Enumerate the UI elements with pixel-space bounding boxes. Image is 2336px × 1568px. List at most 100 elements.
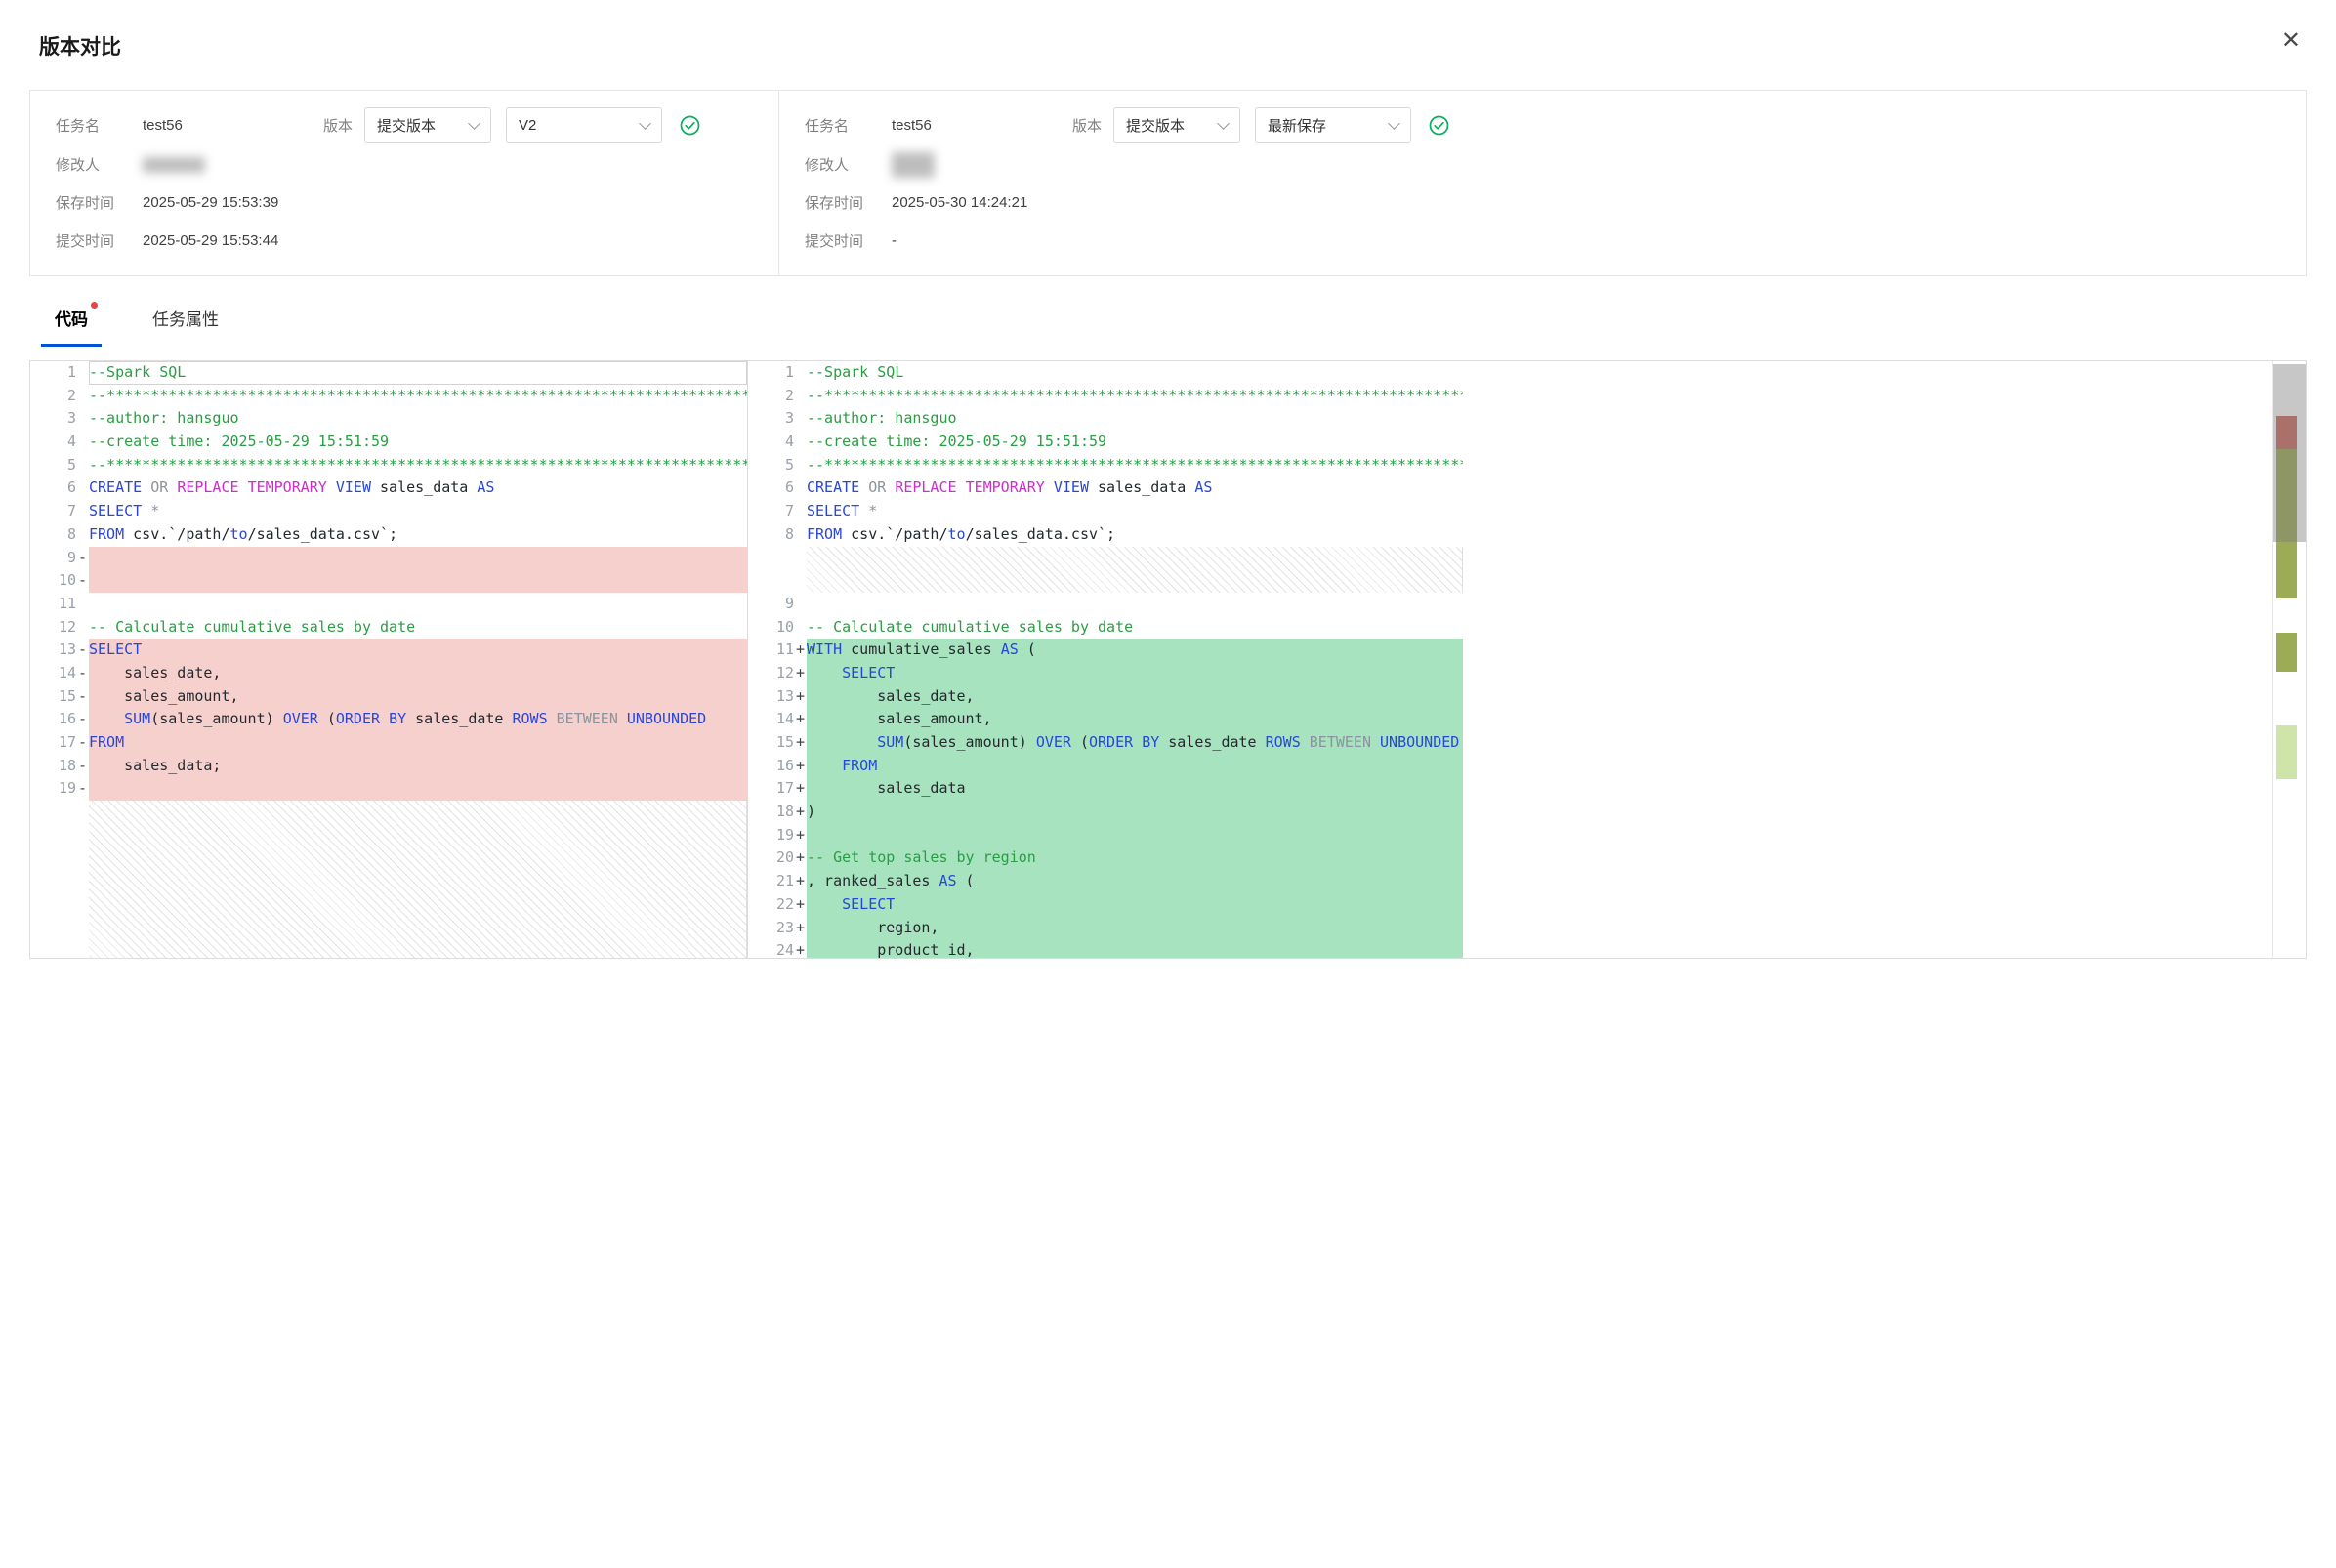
diff-container: 1--Spark SQL2--*************************… — [29, 360, 2307, 959]
line-number: 13+ — [748, 685, 807, 709]
version-type-select[interactable]: 提交版本 — [364, 107, 491, 143]
line-number: 16- — [30, 708, 89, 731]
code-line: 12+ SELECT — [748, 662, 1463, 685]
code-line: 21+, ranked_sales AS ( — [748, 870, 1463, 893]
info-row: 保存时间 2025-05-29 15:53:39 — [56, 187, 753, 218]
version-panel-left: 任务名 test56 版本 提交版本 V2 修改人 保存时间 2025-05-2… — [30, 91, 778, 275]
close-button[interactable]: ✕ — [2281, 29, 2301, 53]
submit-time-label: 提交时间 — [56, 230, 143, 251]
chevron-down-icon — [1217, 117, 1230, 130]
modifier-label: 修改人 — [56, 154, 143, 175]
code-line: 2--*************************************… — [748, 385, 1463, 408]
line-number: 12 — [30, 616, 89, 640]
code-line: 7SELECT * — [748, 500, 1463, 523]
ruler-mark-added — [2276, 633, 2297, 672]
info-row: 保存时间 2025-05-30 14:24:21 — [805, 187, 2280, 218]
line-number: 23+ — [748, 917, 807, 940]
code-line: 16- SUM(sales_amount) OVER (ORDER BY sal… — [30, 708, 747, 731]
code-line: 16+ FROM — [748, 755, 1463, 778]
code-line: 1--Spark SQL — [748, 361, 1463, 385]
line-number: 1 — [748, 361, 807, 385]
line-number: 10- — [30, 569, 89, 593]
code-line: 24+ product_id, — [748, 939, 1463, 958]
scrollbar-thumb[interactable] — [2273, 364, 2306, 542]
chevron-down-icon — [468, 117, 480, 130]
code-line: 10-- Calculate cumulative sales by date — [748, 616, 1463, 640]
code-line: 14- sales_date, — [30, 662, 747, 685]
diff-hatch-area — [807, 547, 1463, 593]
code-line: 3--author: hansguo — [30, 407, 747, 431]
submit-time-label: 提交时间 — [805, 230, 892, 251]
tab-code[interactable]: 代码 — [41, 306, 102, 347]
version-label: 版本 — [1072, 115, 1113, 136]
chevron-down-icon — [1388, 117, 1400, 130]
diff-pane-right[interactable]: 1--Spark SQL2--*************************… — [748, 361, 2306, 958]
line-number: 9- — [30, 547, 89, 570]
unsaved-indicator-dot — [91, 302, 98, 309]
line-number: 14+ — [748, 708, 807, 731]
code-line: 1--Spark SQL — [30, 361, 747, 385]
line-number: 7 — [30, 500, 89, 523]
line-number: 3 — [748, 407, 807, 431]
line-number: 11+ — [748, 639, 807, 662]
version-label: 版本 — [323, 115, 364, 136]
code-line: 17-FROM — [30, 731, 747, 755]
line-number: 18+ — [748, 801, 807, 824]
code-line: 5--*************************************… — [30, 454, 747, 477]
ruler-mark-added — [2276, 542, 2297, 598]
modifier-label: 修改人 — [805, 154, 892, 175]
line-number: 6 — [30, 476, 89, 500]
tab-task-properties[interactable]: 任务属性 — [139, 306, 232, 347]
info-row: 提交时间 - — [805, 226, 2280, 256]
diff-filler-row — [748, 547, 1463, 593]
line-number: 13- — [30, 639, 89, 662]
line-number: 15+ — [748, 731, 807, 755]
submit-time-value: 2025-05-29 15:53:44 — [143, 232, 278, 249]
chevron-down-icon — [639, 117, 651, 130]
code-line: 11+WITH cumulative_sales AS ( — [748, 639, 1463, 662]
version-select[interactable]: 最新保存 — [1255, 107, 1411, 143]
save-time-value: 2025-05-30 14:24:21 — [892, 194, 1027, 211]
line-number: 5 — [30, 454, 89, 477]
modifier-value-redacted — [892, 152, 935, 178]
diff-pane-left[interactable]: 1--Spark SQL2--*************************… — [30, 361, 748, 958]
code-line: 23+ region, — [748, 917, 1463, 940]
line-number: 8 — [748, 523, 807, 547]
code-line: 22+ SELECT — [748, 893, 1463, 917]
task-name-label: 任务名 — [56, 115, 143, 136]
tab-bar: 代码 任务属性 — [41, 306, 2336, 347]
code-line: 18+) — [748, 801, 1463, 824]
modifier-value-redacted — [143, 157, 205, 173]
line-number: 2 — [748, 385, 807, 408]
info-row: 提交时间 2025-05-29 15:53:44 — [56, 226, 753, 256]
code-line: 6CREATE OR REPLACE TEMPORARY VIEW sales_… — [748, 476, 1463, 500]
dialog-header: 版本对比 ✕ — [0, 0, 2336, 61]
code-line: 5--*************************************… — [748, 454, 1463, 477]
code-line: 4--create time: 2025-05-29 15:51:59 — [748, 431, 1463, 454]
code-line: 12-- Calculate cumulative sales by date — [30, 616, 747, 640]
info-row: 任务名 test56 版本 提交版本 最新保存 — [805, 106, 2280, 144]
line-number: 22+ — [748, 893, 807, 917]
tab-task-properties-label: 任务属性 — [152, 310, 219, 329]
line-number: 2 — [30, 385, 89, 408]
line-number: 10 — [748, 616, 807, 640]
save-time-label: 保存时间 — [805, 192, 892, 213]
version-type-select[interactable]: 提交版本 — [1113, 107, 1240, 143]
line-number: 4 — [748, 431, 807, 454]
dialog-title: 版本对比 — [39, 36, 121, 59]
submit-time-value: - — [892, 232, 897, 249]
overview-ruler[interactable] — [2272, 361, 2306, 958]
task-name-label: 任务名 — [805, 115, 892, 136]
task-name-value: test56 — [143, 117, 323, 134]
line-number: 20+ — [748, 846, 807, 870]
line-number: 3 — [30, 407, 89, 431]
code-line: 8FROM csv.`/path/to/sales_data.csv`; — [748, 523, 1463, 547]
line-number: 15- — [30, 685, 89, 709]
line-number: 11 — [30, 593, 89, 616]
line-number: 5 — [748, 454, 807, 477]
check-circle-icon — [680, 115, 700, 136]
version-select[interactable]: V2 — [506, 107, 662, 143]
code-line: 15- sales_amount, — [30, 685, 747, 709]
code-line: 10- — [30, 569, 747, 593]
line-number: 6 — [748, 476, 807, 500]
